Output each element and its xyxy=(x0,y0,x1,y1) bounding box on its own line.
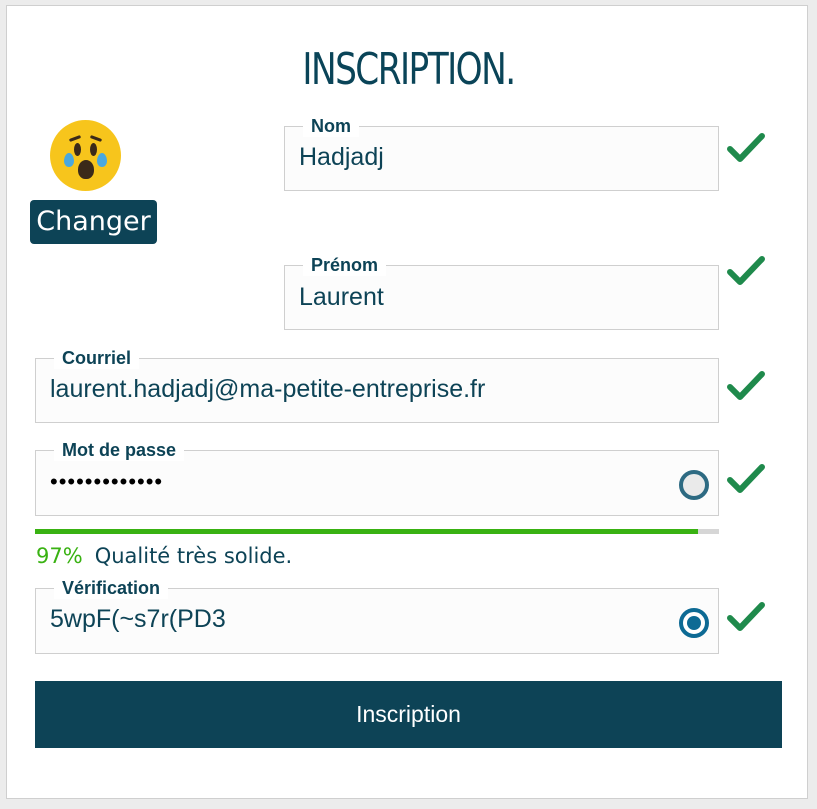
password-visibility-toggle-icon[interactable] xyxy=(679,470,709,500)
verification-valid-check-icon xyxy=(727,602,765,631)
password-strength-bar xyxy=(35,529,719,534)
password-strength-label: Qualité très solide. xyxy=(94,544,293,568)
verification-input[interactable]: 5wpF(~s7r(PD3 xyxy=(50,602,226,636)
page-title: INSCRIPTION. xyxy=(302,44,516,95)
mot-de-passe-input[interactable]: ••••••••••••• xyxy=(50,465,163,499)
mot-de-passe-field[interactable]: Mot de passe ••••••••••••• xyxy=(35,439,719,516)
verification-label: Vérification xyxy=(54,577,169,599)
password-strength-fill xyxy=(35,529,699,534)
change-avatar-button[interactable]: Changer xyxy=(30,200,157,244)
password-strength-percent: 97% xyxy=(36,544,83,568)
courriel-field[interactable]: Courriel laurent.hadjadj@ma-petite-entre… xyxy=(35,347,719,423)
password-strength-text: 97% Qualité très solide. xyxy=(36,543,292,569)
courriel-input[interactable]: laurent.hadjadj@ma-petite-entreprise.fr xyxy=(50,372,485,406)
verification-visibility-toggle-icon[interactable] xyxy=(679,608,709,638)
nom-label: Nom xyxy=(303,115,359,137)
avatar-emoji-icon xyxy=(50,120,121,191)
prenom-input[interactable]: Laurent xyxy=(299,280,384,314)
prenom-field[interactable]: Prénom Laurent xyxy=(284,254,719,330)
inscription-submit-button[interactable]: Inscription xyxy=(35,681,782,748)
nom-input[interactable]: Hadjadj xyxy=(299,140,384,174)
courriel-valid-check-icon xyxy=(727,371,765,400)
nom-valid-check-icon xyxy=(727,133,765,162)
verification-field[interactable]: Vérification 5wpF(~s7r(PD3 xyxy=(35,577,719,654)
courriel-label: Courriel xyxy=(54,347,140,369)
mot-de-passe-valid-check-icon xyxy=(727,464,765,493)
prenom-valid-check-icon xyxy=(727,256,765,285)
nom-field[interactable]: Nom Hadjadj xyxy=(284,115,719,191)
mot-de-passe-label: Mot de passe xyxy=(54,439,185,461)
prenom-label: Prénom xyxy=(303,254,387,276)
